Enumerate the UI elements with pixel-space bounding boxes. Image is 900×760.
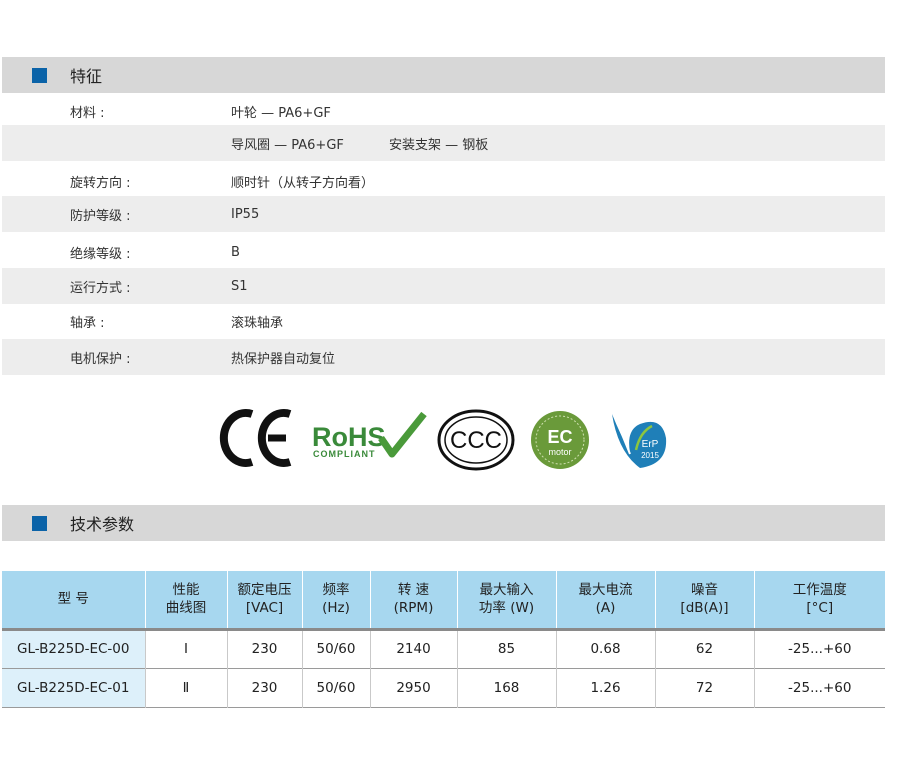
feature-value-secondary: 安装支架 — 钢板: [389, 137, 489, 153]
rohs-sub-text: COMPLIANT: [313, 449, 376, 459]
features-title: 特征: [70, 67, 103, 86]
cell-temperature: -25...+60: [788, 679, 852, 696]
feature-label: 旋转方向 :: [70, 175, 131, 191]
erp-text: ErP: [642, 439, 659, 450]
cell-frequency: 50/60: [302, 629, 371, 668]
rohs-text: RoHS: [312, 422, 386, 452]
feature-row-motor-protection: 电机保护 : 热保护器自动复位: [2, 339, 885, 375]
checkmark-icon: [378, 411, 427, 458]
header-voltage: 额定电压 [VAC]: [227, 571, 303, 629]
header-current: 最大电流 (A): [556, 571, 656, 629]
cell-speed: 2140: [370, 629, 458, 668]
header-speed: 转 速 (RPM): [370, 571, 458, 629]
table-row: GL-B225D-EC-01 Ⅱ 230 50/60 2950 168 1.26…: [2, 668, 885, 707]
cell-power: 85: [457, 629, 557, 668]
header-noise: 噪音 [dB(A)]: [655, 571, 755, 629]
ec-text: EC: [547, 427, 572, 447]
feature-value: S1: [231, 278, 248, 294]
erp-year-text: 2015: [641, 451, 659, 460]
ce-logo: [219, 409, 292, 467]
ccc-logo: CCC: [437, 409, 515, 471]
spec-table: 型 号 性能 曲线图 额定电压 [VAC] 频率 (Hz) 转 速 (RPM) 最大输入…: [2, 571, 885, 708]
feature-row-protection: 防护等级 : IP55: [2, 196, 885, 232]
feature-row-material-2: 导风圈 — PA6+GF 安装支架 — 钢板: [2, 125, 885, 161]
cell-voltage: 230: [227, 629, 303, 668]
feature-value: B: [231, 244, 240, 260]
features-section-header: 特征: [2, 57, 885, 93]
feature-value: IP55: [231, 206, 260, 222]
certification-logos: RoHS COMPLIANT CCC EC motor ErP 2015: [0, 404, 900, 474]
cell-current: 1.26: [556, 668, 656, 707]
header-frequency: 频率 (Hz): [302, 571, 371, 629]
feature-label: 绝缘等级 :: [70, 246, 131, 262]
table-row: GL-B225D-EC-00 Ⅰ 230 50/60 2140 85 0.68 …: [2, 629, 885, 668]
cell-frequency: 50/60: [302, 668, 371, 707]
cell-curve: Ⅰ: [145, 629, 228, 668]
feature-label: 材料 :: [70, 105, 105, 121]
cell-model: GL-B225D-EC-00: [2, 629, 146, 668]
feature-row-rotation: 旋转方向 : 顺时针（从转子方向看）: [2, 163, 885, 199]
feature-row-bearing: 轴承 : 滚珠轴承: [2, 303, 885, 339]
header-power: 最大输入 功率 (W): [457, 571, 557, 629]
tech-section-header: 技术参数: [2, 505, 885, 541]
feature-label: 防护等级 :: [70, 208, 131, 224]
cell-voltage: 230: [227, 668, 303, 707]
feature-label: 运行方式 :: [70, 280, 131, 296]
feature-row-material: 材料 : 叶轮 — PA6+GF: [2, 93, 885, 129]
cell-curve: Ⅱ: [145, 668, 228, 707]
ccc-text: CCC: [450, 427, 502, 454]
cell-model: GL-B225D-EC-01: [2, 668, 146, 707]
feature-label: 轴承 :: [70, 315, 105, 331]
feature-value: 顺时针（从转子方向看）: [231, 175, 375, 191]
header-model: 型 号: [2, 571, 146, 629]
feature-row-operation: 运行方式 : S1: [2, 268, 885, 304]
section-marker-icon: [32, 67, 47, 83]
ec-motor-logo: EC motor: [531, 411, 589, 469]
cell-current: 0.68: [556, 629, 656, 668]
rohs-logo: RoHS COMPLIANT: [312, 411, 427, 459]
feature-value: 导风圈 — PA6+GF: [231, 137, 344, 153]
feature-value: 叶轮 — PA6+GF: [231, 105, 331, 121]
cell-speed: 2950: [370, 668, 458, 707]
feature-row-insulation: 绝缘等级 : B: [2, 234, 885, 270]
cell-temperature: -25...+60: [788, 641, 852, 657]
header-curve: 性能 曲线图: [145, 571, 228, 629]
ec-sub-text: motor: [548, 447, 571, 457]
feature-value: 滚珠轴承: [231, 315, 284, 331]
cell-power: 168: [457, 668, 557, 707]
section-marker-icon: [32, 515, 47, 531]
erp-logo: ErP 2015: [612, 414, 667, 468]
tech-title: 技术参数: [70, 515, 135, 534]
cell-noise: 62: [655, 629, 755, 668]
table-header-row: 型 号 性能 曲线图 额定电压 [VAC] 频率 (Hz) 转 速 (RPM) 最大输入…: [2, 571, 885, 629]
feature-value: 热保护器自动复位: [231, 351, 336, 367]
feature-label: 电机保护 :: [70, 351, 131, 367]
header-temperature: 工作温度 [°C]: [754, 571, 885, 629]
cell-noise: 72: [655, 668, 755, 707]
